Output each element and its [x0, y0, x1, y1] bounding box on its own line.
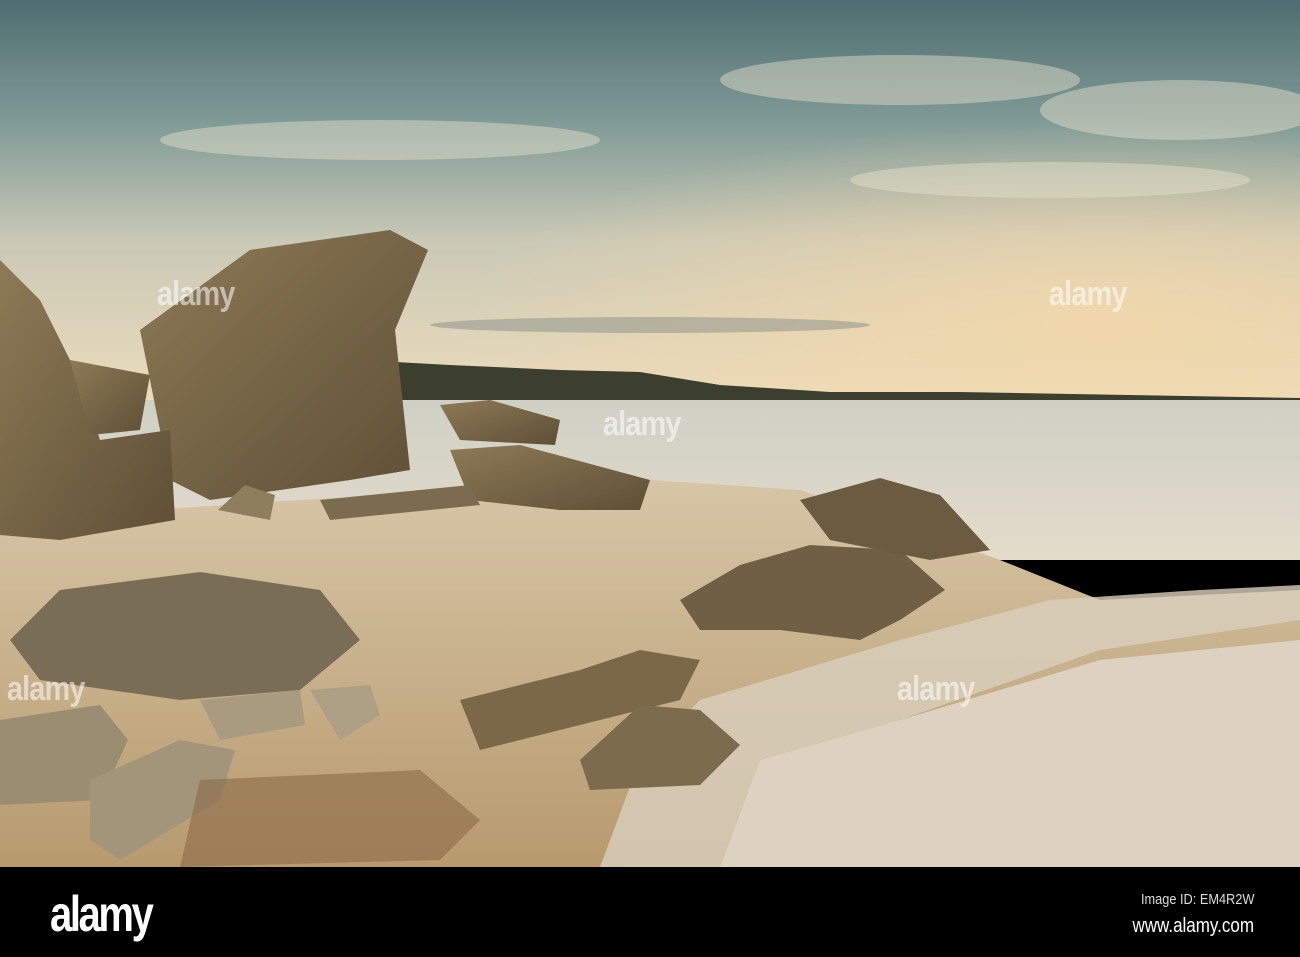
stock-photo-frame: alamy alamy alamy alamy alamy alamy Imag…: [0, 0, 1300, 957]
watermark-text: alamy: [1048, 275, 1128, 313]
website-link[interactable]: www.alamy.com: [1132, 915, 1254, 938]
alamy-logo: alamy: [50, 886, 154, 942]
watermark-text: alamy: [602, 405, 682, 443]
watermark-text: alamy: [6, 670, 86, 708]
image-id: Image ID: EM4R2W: [1140, 891, 1254, 908]
watermark-text: alamy: [156, 275, 236, 313]
watermark-text: alamy: [896, 670, 976, 708]
pebbles: [180, 770, 480, 867]
footer-bar: alamy Image ID: EM4R2W www.alamy.com: [0, 867, 1300, 957]
